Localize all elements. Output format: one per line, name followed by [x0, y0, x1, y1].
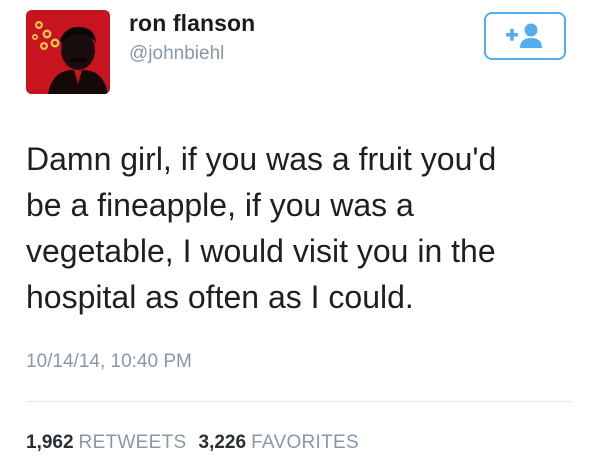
tweet-text-line: vegetable, I would visit you in the — [26, 233, 496, 269]
tweet-text-line: hospital as often as I could. — [26, 279, 414, 315]
divider — [26, 401, 572, 402]
tweet-timestamp[interactable]: 10/14/14, 10:40 PM — [26, 351, 192, 373]
favorites-label[interactable]: FAVORITES — [251, 432, 359, 454]
tweet-text: Damn girl, if you was a fruit you'd be a… — [26, 136, 576, 320]
retweets-label[interactable]: RETWEETS — [79, 432, 187, 454]
add-user-icon — [506, 23, 542, 48]
avatar-portrait-icon — [26, 10, 110, 94]
tweet-text-line: be a fineapple, if you was a — [26, 187, 414, 223]
retweets-count[interactable]: 1,962 — [26, 432, 74, 454]
follow-button[interactable] — [484, 12, 566, 60]
favorites-count[interactable]: 3,226 — [199, 432, 247, 454]
display-name[interactable]: ron flanson — [129, 10, 255, 37]
user-handle[interactable]: @johnbiehl — [129, 43, 224, 65]
tweet-stats: 1,962 RETWEETS 3,226 FAVORITES — [26, 432, 371, 454]
tweet-card: ron flanson @johnbiehl Damn girl, if you… — [0, 0, 594, 463]
avatar[interactable] — [26, 10, 110, 94]
tweet-text-line: Damn girl, if you was a fruit you'd — [26, 141, 497, 177]
